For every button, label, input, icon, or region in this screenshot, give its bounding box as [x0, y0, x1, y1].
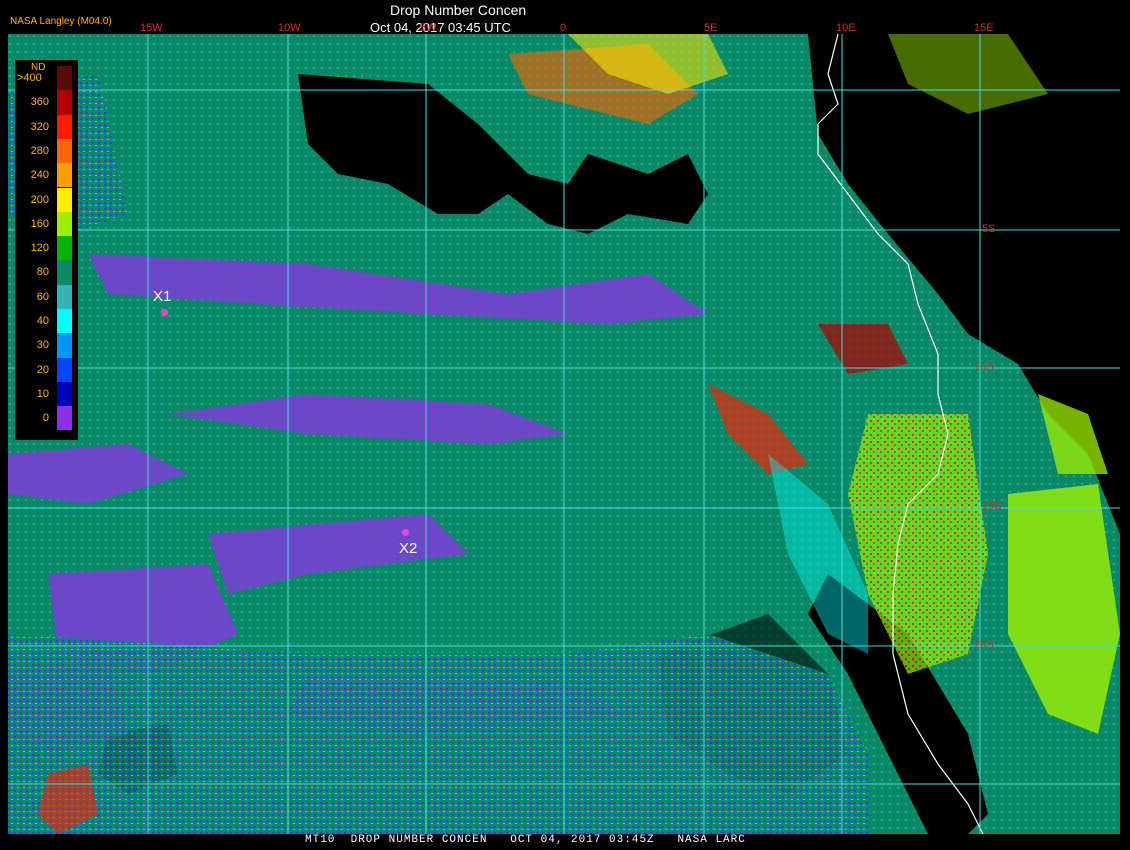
- lat-label-20s: 20S: [974, 639, 994, 651]
- lat-label-15s: 15S: [982, 500, 1002, 512]
- legend-swatch: [57, 90, 72, 115]
- map-canvas: [8, 34, 1120, 834]
- legend-label: 0: [42, 412, 49, 425]
- legend-swatch: [57, 381, 72, 407]
- legend-swatch: [57, 138, 72, 164]
- legend-swatch: [57, 333, 72, 358]
- legend-swatch: [57, 187, 72, 212]
- legend-swatch: [57, 357, 72, 382]
- legend-label: 60: [36, 290, 49, 303]
- legend-label: 10: [36, 387, 49, 400]
- lon-label-15e: 15E: [974, 22, 994, 34]
- legend-label: 320: [30, 120, 49, 133]
- lat-label-10s: 10S: [974, 361, 994, 373]
- legend-label: 40: [36, 315, 49, 327]
- lon-label-5e: 5E: [704, 22, 718, 34]
- footer-caption: MT10 DROP NUMBER CONCEN OCT 04, 2017 03:…: [305, 834, 746, 846]
- legend-swatch: [57, 114, 72, 139]
- legend-swatch: [57, 66, 72, 91]
- lat-label-5s: 5S: [982, 223, 996, 235]
- map-title: Drop Number Concen: [390, 2, 527, 18]
- lon-label-0: 0: [560, 22, 567, 34]
- map-datetime: Oct 04, 2017 03:45 UTC: [370, 20, 511, 35]
- legend-label: 120: [30, 242, 49, 255]
- legend-label: 240: [30, 169, 49, 182]
- legend-swatch: [57, 406, 72, 431]
- legend-swatch: [57, 163, 72, 188]
- legend-swatch: [57, 260, 72, 285]
- legend-swatch: [57, 211, 72, 237]
- legend-label: 200: [30, 193, 49, 206]
- legend-label: 20: [36, 363, 49, 376]
- marker-x1-label: X1: [153, 288, 172, 305]
- legend-label: 160: [30, 217, 49, 230]
- color-legend: ND >400 360 320 280 240 200 160 120 80 60 40 30 20 10…: [15, 60, 78, 440]
- legend-label: 280: [30, 144, 49, 157]
- marker-x2-dot: [402, 529, 409, 536]
- legend-swatch: [57, 236, 72, 261]
- marker-x1-dot: [161, 309, 168, 316]
- lon-label-10w: 10W: [278, 22, 301, 34]
- lon-label-15w: 15W: [140, 22, 163, 34]
- legend-label: 360: [30, 96, 49, 109]
- legend-label: 80: [36, 266, 49, 279]
- lon-label-5w: 5W: [420, 22, 437, 34]
- legend-swatch: [57, 309, 72, 334]
- satellite-map: Drop Number Concen Oct 04, 2017 03:45 UT…: [0, 0, 1130, 850]
- lon-label-10e: 10E: [836, 22, 856, 34]
- producer-label: NASA Langley (M04.0): [10, 16, 112, 27]
- legend-swatch: [57, 284, 72, 309]
- broken-cloud-region: [8, 634, 868, 834]
- legend-label: >400: [17, 72, 42, 84]
- legend-label: 30: [36, 339, 49, 352]
- marker-x2-label: X2: [399, 540, 418, 557]
